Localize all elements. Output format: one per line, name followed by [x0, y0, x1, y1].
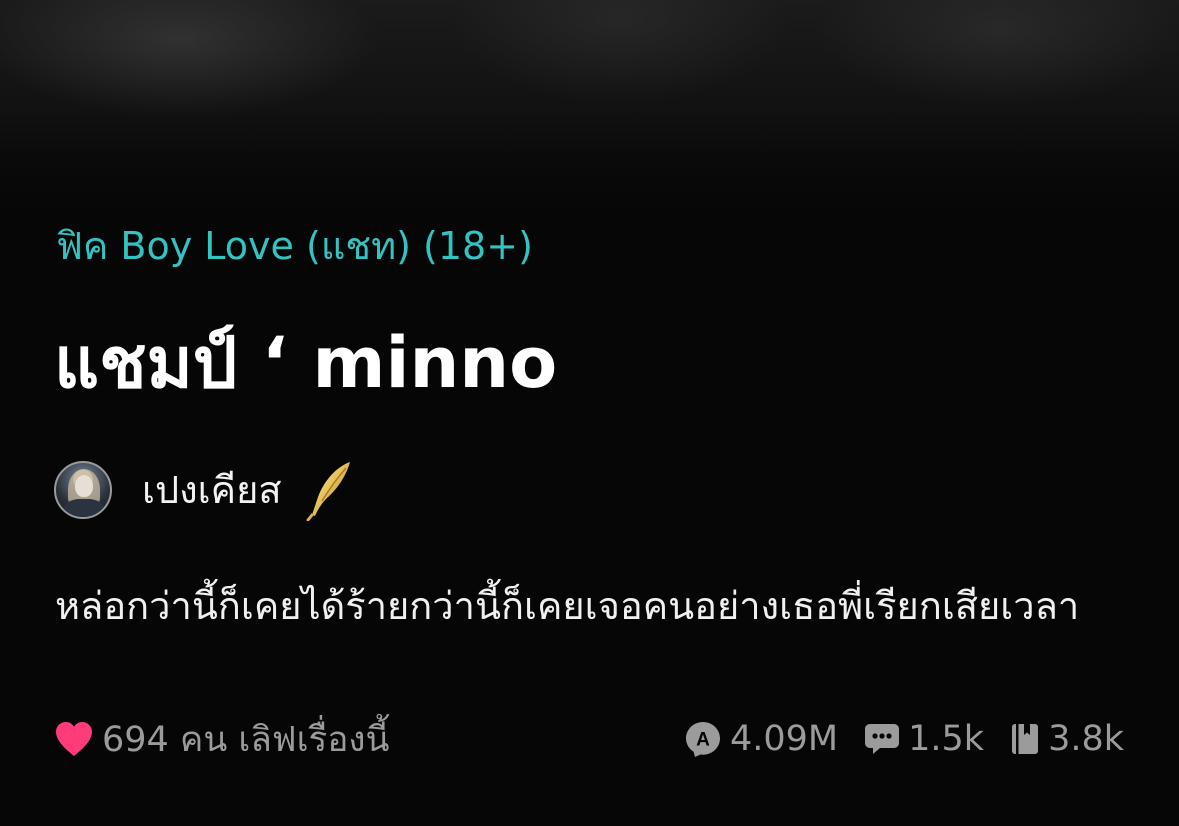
comments-stat: 1.5k [864, 719, 984, 759]
story-category[interactable]: ฟิค Boy Love (แชท) (18+) [56, 220, 533, 272]
story-description: หล่อกว่านี้ก็เคยได้ร้ายกว่านี้ก็เคยเจอคน… [55, 584, 1080, 628]
author-row[interactable]: เปงเคียส [54, 459, 356, 521]
story-title: แชมป์ ‘ minno [54, 322, 558, 404]
comment-icon [865, 724, 900, 754]
author-avatar[interactable] [54, 461, 112, 519]
heart-icon[interactable] [54, 721, 94, 757]
cover-image [0, 0, 1179, 230]
svg-text:A: A [696, 730, 710, 751]
stats-row: 694 คน เลิฟเรื่องนี้ A 4.09M 1.5k 3.8k [54, 714, 1124, 764]
reader-views-icon: A [685, 722, 720, 757]
golden-quill-icon [306, 462, 350, 521]
comments-count: 1.5k [908, 719, 985, 759]
views-stat: A 4.09M [684, 719, 838, 759]
love-count: 694 คน เลิฟเรื่องนี้ [102, 719, 390, 760]
book-icon [1012, 724, 1039, 754]
chapters-count: 3.8k [1048, 719, 1124, 759]
views-count: 4.09M [729, 719, 839, 759]
love-stat[interactable]: 694 คน เลิฟเรื่องนี้ [54, 712, 389, 767]
story-detail-page: ฟิค Boy Love (แชท) (18+) แชมป์ ‘ minno เ… [0, 0, 1179, 826]
chapters-stat: 3.8k [1010, 719, 1124, 759]
author-name[interactable]: เปงเคียส [142, 464, 282, 516]
